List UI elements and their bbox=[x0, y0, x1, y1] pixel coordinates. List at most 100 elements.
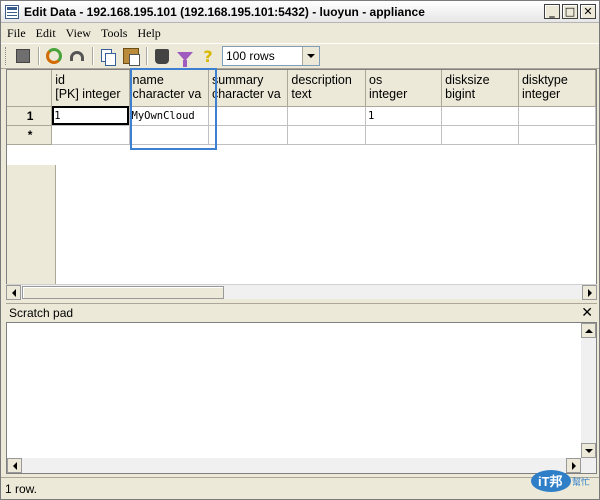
status-bar: 1 row. bbox=[1, 477, 599, 499]
table-cell[interactable] bbox=[518, 106, 596, 126]
horizontal-scroll-thumb[interactable] bbox=[22, 286, 224, 299]
column-name: description bbox=[291, 73, 352, 87]
refresh-icon bbox=[46, 48, 62, 64]
column-header-disktype[interactable]: disktype integer bbox=[518, 70, 596, 107]
table-cell[interactable] bbox=[441, 106, 519, 126]
column-header-summary[interactable]: summary character va bbox=[208, 70, 289, 107]
column-type: integer bbox=[521, 87, 561, 101]
row-header-filler bbox=[7, 165, 56, 286]
scroll-down-arrow-icon[interactable] bbox=[581, 443, 596, 458]
header-row: id [PK] integer name character va summary c… bbox=[7, 70, 596, 107]
table-cell[interactable] bbox=[208, 125, 289, 145]
menu-tools[interactable]: Tools bbox=[99, 26, 134, 41]
new-row: * bbox=[7, 125, 596, 145]
window-controls: _ □ ✕ bbox=[544, 4, 596, 19]
column-name: summary bbox=[211, 73, 264, 87]
column-header-id[interactable]: id [PK] integer bbox=[51, 70, 130, 107]
refresh-button[interactable] bbox=[43, 45, 65, 67]
column-type: character va bbox=[211, 87, 281, 101]
horizontal-scrollbar[interactable] bbox=[6, 284, 597, 300]
table-cell[interactable] bbox=[208, 106, 289, 126]
table-cell[interactable] bbox=[129, 125, 209, 145]
menu-view[interactable]: View bbox=[64, 26, 97, 41]
table-row: 1 1 MyOwnCloud 1 bbox=[7, 106, 596, 126]
data-table: id [PK] integer name character va summary c… bbox=[7, 70, 596, 145]
vertical-scrollbar[interactable] bbox=[581, 323, 596, 473]
menu-file[interactable]: File bbox=[5, 26, 32, 41]
toolbar: ? 100 rows bbox=[1, 43, 599, 69]
filter-button[interactable] bbox=[174, 45, 196, 67]
maximize-button[interactable]: □ bbox=[562, 4, 578, 19]
help-button[interactable]: ? bbox=[197, 45, 219, 67]
minimize-button[interactable]: _ bbox=[544, 4, 560, 19]
edit-data-window: Edit Data - 192.168.195.101 (192.168.195… bbox=[0, 0, 600, 500]
toolbar-separator bbox=[146, 47, 148, 65]
column-header-name[interactable]: name character va bbox=[129, 70, 209, 107]
scratch-pad-textarea[interactable] bbox=[6, 322, 597, 474]
stop-button[interactable] bbox=[12, 45, 34, 67]
close-icon[interactable]: ✕ bbox=[581, 304, 593, 322]
delete-button[interactable] bbox=[151, 45, 173, 67]
ithome-logo: iT邦 幫忙 bbox=[531, 470, 590, 492]
column-type: bigint bbox=[445, 87, 476, 101]
help-icon: ? bbox=[203, 46, 213, 66]
row-limit-value: 100 rows bbox=[226, 49, 275, 63]
window-title: Edit Data - 192.168.195.101 (192.168.195… bbox=[24, 4, 425, 19]
close-button[interactable]: ✕ bbox=[580, 4, 596, 19]
table-cell[interactable] bbox=[287, 106, 367, 126]
toolbar-separator bbox=[38, 47, 40, 65]
menu-bar: File Edit View Tools Help bbox=[1, 23, 599, 43]
corner-cell[interactable] bbox=[7, 70, 53, 107]
column-name: disktype bbox=[521, 73, 568, 87]
scratch-pad-header: Scratch pad ✕ bbox=[6, 303, 597, 322]
scratch-pad-title: Scratch pad bbox=[9, 306, 74, 320]
table-cell[interactable] bbox=[51, 125, 130, 145]
table-cell[interactable]: MyOwnCloud bbox=[129, 106, 209, 126]
title-bar[interactable]: Edit Data - 192.168.195.101 (192.168.195… bbox=[1, 1, 599, 23]
column-header-description[interactable]: description text bbox=[287, 70, 367, 107]
toolbar-separator bbox=[92, 47, 94, 65]
row-header[interactable]: 1 bbox=[7, 106, 53, 126]
table-cell[interactable]: 1 bbox=[365, 106, 443, 126]
logo-text: iT邦 bbox=[538, 474, 563, 489]
column-name: id bbox=[55, 73, 65, 87]
column-type: character va bbox=[132, 87, 202, 101]
copy-icon bbox=[101, 48, 116, 66]
filter-icon bbox=[177, 51, 193, 67]
row-limit-select[interactable]: 100 rows bbox=[222, 46, 320, 66]
column-name: os bbox=[369, 73, 383, 87]
toolbar-grip[interactable] bbox=[5, 47, 8, 65]
paste-button[interactable] bbox=[120, 45, 142, 67]
delete-icon bbox=[155, 48, 169, 64]
status-text: 1 row. bbox=[5, 481, 38, 496]
column-header-disksize[interactable]: disksize bigint bbox=[441, 70, 519, 107]
scratch-horizontal-scrollbar[interactable] bbox=[7, 458, 581, 473]
scroll-left-arrow-icon[interactable] bbox=[7, 458, 22, 473]
scroll-left-arrow-icon[interactable] bbox=[6, 285, 21, 300]
stop-icon bbox=[16, 49, 30, 63]
data-grid: id [PK] integer name character va summary c… bbox=[6, 69, 597, 299]
column-type: [PK] integer bbox=[55, 87, 121, 101]
table-icon bbox=[5, 4, 19, 19]
column-type: text bbox=[291, 87, 312, 101]
table-cell[interactable] bbox=[441, 125, 519, 145]
table-cell[interactable]: 1 bbox=[51, 106, 130, 126]
copy-button[interactable] bbox=[97, 45, 119, 67]
scroll-right-arrow-icon[interactable] bbox=[582, 285, 597, 300]
column-header-os[interactable]: os integer bbox=[365, 70, 443, 107]
row-header[interactable]: * bbox=[7, 125, 53, 145]
menu-help[interactable]: Help bbox=[135, 26, 166, 41]
undo-icon bbox=[70, 51, 84, 61]
logo-subtext: 幫忙 bbox=[572, 476, 590, 488]
column-type: integer bbox=[369, 87, 408, 101]
menu-edit[interactable]: Edit bbox=[34, 26, 62, 41]
table-cell[interactable] bbox=[287, 125, 367, 145]
scroll-up-arrow-icon[interactable] bbox=[581, 323, 596, 338]
paste-icon bbox=[123, 48, 140, 66]
chevron-down-icon[interactable] bbox=[302, 47, 319, 65]
table-cell[interactable] bbox=[518, 125, 596, 145]
undo-button[interactable] bbox=[66, 45, 88, 67]
column-name: name bbox=[132, 73, 164, 87]
column-name: disksize bbox=[445, 73, 490, 87]
table-cell[interactable] bbox=[365, 125, 443, 145]
